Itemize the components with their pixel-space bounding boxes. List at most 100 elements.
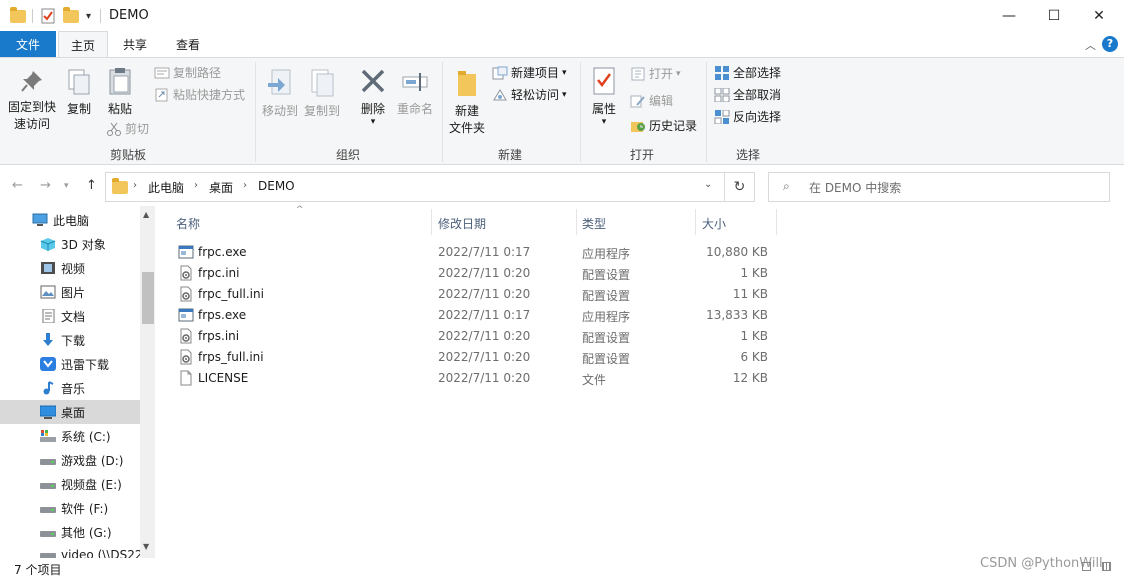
paste-icon — [109, 68, 131, 95]
cut-button[interactable]: 剪切 — [106, 121, 149, 137]
navigation-pane: 此电脑 3D 对象 视频 图片 文档 下载 迅雷下载 音乐 桌面 系统 (C:) 游戏盘 (D:) 视… — [0, 206, 155, 558]
paste-shortcut-button[interactable]: 粘贴快捷方式 — [154, 87, 245, 103]
copy-button[interactable]: 复制 — [62, 68, 96, 118]
ribbon-separator — [580, 62, 581, 162]
new-folder-label-line1: 新建 — [454, 104, 479, 118]
scroll-down-chevron-icon[interactable]: ▼ — [143, 542, 149, 551]
column-header-name[interactable]: 名称 — [176, 212, 200, 234]
copy-to-button[interactable]: 复制到 — [302, 68, 342, 120]
sidebar-item[interactable]: 软件 (F:) — [0, 496, 140, 520]
scroll-up-chevron-icon[interactable]: ▲ — [143, 210, 149, 219]
sidebar-item[interactable]: 游戏盘 (D:) — [0, 448, 140, 472]
sidebar-item[interactable]: 此电脑 — [0, 208, 140, 232]
column-divider[interactable] — [776, 209, 777, 235]
ribbon-separator — [255, 62, 256, 162]
table-row[interactable]: LICENSE 2022/7/11 0:20 文件 12 KB — [172, 368, 777, 389]
file-date: 2022/7/11 0:20 — [438, 329, 531, 343]
sidebar-item[interactable]: 视频盘 (E:) — [0, 472, 140, 496]
open-button[interactable]: 打开 ▾ — [630, 66, 681, 82]
forward-arrow-icon[interactable]: → — [40, 178, 51, 193]
help-icon[interactable]: ? — [1102, 36, 1118, 52]
customize-qa-chevron-icon[interactable]: ▾ — [86, 6, 91, 26]
sidebar-item[interactable]: 系统 (C:) — [0, 424, 140, 448]
sidebar-item[interactable]: 图片 — [0, 280, 140, 304]
maximize-button[interactable]: ☐ — [1031, 0, 1077, 31]
tab-view[interactable]: 查看 — [162, 31, 214, 57]
address-bar[interactable]: › 此电脑 › 桌面 › DEMO ⌄ — [105, 172, 725, 202]
table-row[interactable]: frpc_full.ini 2022/7/11 0:20 配置设置 11 KB — [172, 284, 777, 305]
sidebar-item[interactable]: 其他 (G:) — [0, 520, 140, 544]
table-row[interactable]: frpc.ini 2022/7/11 0:20 配置设置 1 KB — [172, 263, 777, 284]
minimize-button[interactable]: — — [986, 0, 1032, 31]
recent-locations-chevron-icon[interactable]: ▾ — [64, 181, 69, 191]
invert-selection-button[interactable]: 反向选择 — [714, 109, 781, 125]
sidebar-item[interactable]: 下载 — [0, 328, 140, 352]
title-bar: ▾ DEMO — ☐ ✕ — [0, 0, 1124, 31]
sidebar-item[interactable]: 桌面 — [0, 400, 140, 424]
properties-button[interactable]: 属性 ▾ — [586, 66, 622, 127]
search-box[interactable]: ⌕ 在 DEMO 中搜索 — [768, 172, 1110, 202]
table-row[interactable]: frpc.exe 2022/7/11 0:17 应用程序 10,880 KB — [172, 242, 777, 263]
column-divider[interactable] — [431, 209, 432, 235]
delete-button[interactable]: 删除 ▾ — [356, 68, 390, 127]
drive-icon — [40, 525, 56, 539]
breadcrumb-this-pc[interactable]: 此电脑 — [148, 179, 184, 196]
easy-access-button[interactable]: 轻松访问 ▾ — [492, 87, 567, 103]
file-date: 2022/7/11 0:20 — [438, 350, 531, 364]
sidebar-item[interactable]: 文档 — [0, 304, 140, 328]
copy-path-button[interactable]: 复制路径 — [154, 65, 221, 81]
history-button[interactable]: 历史记录 — [630, 118, 697, 134]
large-icons-view-icon[interactable] — [1102, 562, 1111, 571]
select-all-button[interactable]: 全部选择 — [714, 65, 781, 81]
sidebar-item[interactable]: 音乐 — [0, 376, 140, 400]
computer-icon — [32, 213, 48, 227]
nav-scroll-thumb[interactable] — [142, 272, 154, 324]
column-divider[interactable] — [695, 209, 696, 235]
tab-file[interactable]: 文件 — [0, 31, 56, 57]
qa-separator — [32, 9, 33, 23]
rename-button[interactable]: 重命名 — [394, 68, 436, 118]
properties-chevron-icon[interactable]: ▾ — [586, 118, 622, 127]
paste-button[interactable]: 粘贴 — [102, 66, 138, 118]
select-none-label: 全部取消 — [733, 88, 782, 102]
column-divider[interactable] — [576, 209, 577, 235]
back-arrow-icon[interactable]: ← — [12, 178, 23, 193]
move-to-button[interactable]: 移动到 — [260, 68, 300, 120]
sidebar-item[interactable]: 迅雷下载 — [0, 352, 140, 376]
close-button[interactable]: ✕ — [1076, 0, 1122, 31]
column-header-size[interactable]: 大小 — [702, 212, 726, 234]
tab-home[interactable]: 主页 — [58, 31, 108, 58]
table-row[interactable]: frps_full.ini 2022/7/11 0:20 配置设置 6 KB — [172, 347, 777, 368]
properties-quick-icon[interactable] — [41, 6, 55, 26]
up-arrow-icon[interactable]: ↑ — [86, 178, 97, 193]
status-bar: 7 个项目 — [0, 558, 1124, 580]
address-dropdown-chevron-icon[interactable]: ⌄ — [704, 179, 712, 190]
download-icon — [40, 333, 55, 347]
documents-icon — [40, 308, 55, 324]
pin-quick-access-button[interactable]: 固定到快 速访问 — [6, 68, 58, 133]
column-header-date[interactable]: 修改日期 — [438, 212, 486, 234]
sidebar-item[interactable]: 3D 对象 — [0, 232, 140, 256]
edit-button[interactable]: 编辑 — [630, 93, 673, 109]
new-group-label: 新建 — [497, 148, 522, 162]
table-row[interactable]: frps.ini 2022/7/11 0:20 配置设置 1 KB — [172, 326, 777, 347]
details-view-icon[interactable] — [1082, 562, 1091, 571]
nav-scrollbar[interactable]: ▲ ▼ — [140, 206, 155, 558]
column-header-type[interactable]: 类型 — [582, 212, 606, 234]
delete-chevron-icon[interactable]: ▾ — [356, 118, 390, 127]
table-row[interactable]: frps.exe 2022/7/11 0:17 应用程序 13,833 KB — [172, 305, 777, 326]
new-folder-button[interactable]: 新建 文件夹 — [446, 68, 488, 137]
new-folder-quick-icon[interactable] — [63, 6, 79, 26]
invert-selection-icon — [714, 110, 730, 124]
collapse-ribbon-chevron-icon[interactable]: ︿ — [1085, 37, 1096, 53]
tab-share[interactable]: 共享 — [110, 31, 160, 57]
new-item-button[interactable]: 新建项目 ▾ — [492, 65, 567, 81]
select-none-button[interactable]: 全部取消 — [714, 87, 781, 103]
file-size: 12 KB — [732, 371, 768, 385]
sidebar-item[interactable]: 视频 — [0, 256, 140, 280]
breadcrumb-desktop[interactable]: 桌面 — [209, 179, 233, 196]
breadcrumb-demo[interactable]: DEMO — [258, 179, 295, 193]
refresh-icon[interactable]: ↻ — [725, 172, 755, 202]
file-size: 1 KB — [740, 266, 768, 280]
sidebar-item[interactable]: video (\\DS22 — [0, 544, 143, 558]
